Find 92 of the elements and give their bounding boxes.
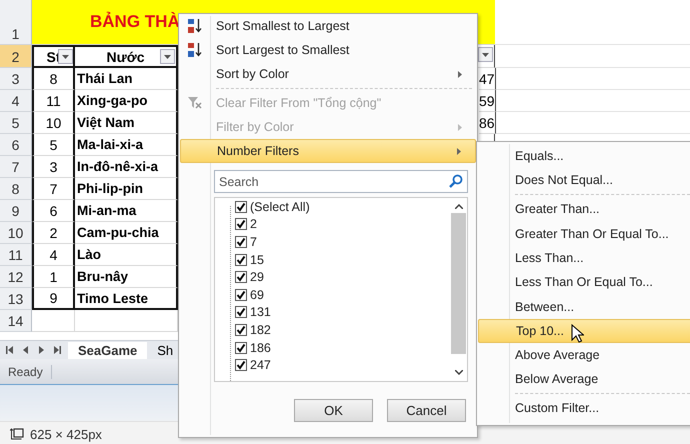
checkbox[interactable]	[235, 288, 247, 301]
search-icon	[449, 174, 463, 188]
row-number: 11	[0, 244, 32, 266]
ok-button[interactable]: OK	[294, 399, 373, 422]
checkbox[interactable]	[235, 236, 247, 248]
row-number: 9	[0, 200, 32, 222]
sheet-title: BẢNG THÀ	[90, 12, 180, 32]
scroll-down-icon[interactable]	[454, 370, 462, 375]
checkbox[interactable]	[235, 324, 247, 336]
cancel-button[interactable]: Cancel	[387, 399, 466, 422]
clear-filter-icon	[187, 95, 203, 111]
checkbox[interactable]	[235, 254, 247, 266]
menu-item[interactable]: Sort by Color	[180, 62, 476, 91]
checkbox-label[interactable]: 247	[250, 358, 271, 372]
scroll-up-icon[interactable]	[454, 204, 462, 209]
checkbox[interactable]	[235, 359, 247, 372]
row-number: 8	[0, 178, 32, 200]
row-number: 1	[0, 0, 32, 45]
menu-item[interactable]: Above Average	[478, 342, 690, 368]
row-number: 6	[0, 134, 32, 156]
menu-item[interactable]: Greater Than...	[478, 197, 690, 222]
next-sheet-icon[interactable]	[38, 346, 44, 354]
row-number: 13	[0, 288, 32, 310]
menu-item[interactable]: Less Than...	[478, 246, 690, 270]
row-number: 10	[0, 222, 32, 244]
checkbox[interactable]	[235, 342, 247, 354]
row-number: 7	[0, 156, 32, 178]
menu-item[interactable]: Below Average	[478, 367, 690, 396]
table-cell: 47	[479, 68, 496, 90]
submenu-arrow-icon	[457, 148, 461, 154]
sheet-tab[interactable]: SeaGame	[68, 342, 148, 358]
row-number: 3	[0, 68, 32, 90]
table-cell: 2	[32, 222, 75, 244]
checkbox-label[interactable]: 69	[250, 288, 264, 302]
image-size-icon	[10, 428, 24, 441]
row-number: 14	[0, 310, 32, 332]
checkbox-label[interactable]: 2	[250, 217, 257, 232]
menu-item[interactable]: Number Filters	[180, 139, 476, 163]
table-cell: 4	[32, 244, 75, 266]
menu-item[interactable]: Sort Smallest to Largest	[180, 14, 476, 38]
checkbox-label[interactable]: 186	[250, 340, 271, 355]
table-cell: 11	[32, 90, 75, 112]
checkbox-label[interactable]: (Select All)	[250, 200, 310, 214]
checkbox[interactable]	[235, 271, 247, 284]
table-cell: 5	[32, 134, 75, 156]
first-sheet-icon[interactable]	[6, 346, 14, 354]
table-cell: 59	[479, 90, 496, 112]
checkbox[interactable]	[235, 306, 247, 318]
dropdown-arrow-icon	[62, 54, 69, 58]
filter-dropdown-button[interactable]	[58, 49, 73, 64]
search-field[interactable]: Search	[214, 170, 468, 193]
row-number: 2	[0, 45, 32, 68]
menu-item[interactable]: Top 10...	[478, 318, 690, 343]
menu-item[interactable]: Between...	[478, 294, 690, 319]
row-number: 5	[0, 112, 32, 134]
last-sheet-icon[interactable]	[53, 346, 61, 354]
submenu-arrow-icon	[458, 124, 462, 130]
sort-descending-icon	[187, 42, 203, 58]
image-size-text: 625 × 425px	[30, 427, 102, 442]
table-cell: 6	[32, 200, 75, 222]
checkbox-label[interactable]: 15	[250, 252, 264, 267]
row-number: 4	[0, 90, 32, 112]
menu-item[interactable]: Equals...	[478, 144, 690, 168]
table-cell: 3	[32, 156, 75, 178]
menu-item[interactable]: Sort Largest to Smallest	[180, 38, 476, 62]
dropdown-arrow-icon	[164, 54, 171, 58]
filter-dropdown-button[interactable]	[160, 49, 175, 64]
table-cell: 10	[32, 112, 75, 134]
dropdown-arrow-icon	[482, 52, 489, 56]
previous-sheet-icon[interactable]	[23, 346, 29, 354]
column-header: Nước	[106, 48, 144, 64]
table-cell: 8	[32, 68, 75, 90]
menu-item[interactable]: Custom Filter...	[478, 396, 690, 420]
table-cell: 7	[32, 178, 75, 200]
checkbox-label[interactable]: 131	[250, 305, 271, 320]
checkbox[interactable]	[235, 218, 247, 230]
table-cell: 1	[32, 266, 75, 288]
menu-item[interactable]: Less Than Or Equal To...	[478, 270, 690, 294]
menu-item[interactable]: Does Not Equal...	[478, 168, 690, 198]
table-cell: 9	[32, 288, 75, 310]
status-text: Ready	[0, 364, 52, 378]
sort-ascending-icon	[187, 18, 203, 34]
row-number: 12	[0, 266, 32, 288]
checkbox-label[interactable]: 7	[250, 234, 257, 249]
mouse-pointer-icon	[571, 324, 584, 343]
filter-dropdown-button[interactable]	[478, 47, 493, 62]
checkbox[interactable]	[235, 200, 247, 213]
table-cell: 86	[479, 112, 496, 134]
checkbox-label[interactable]: 182	[250, 322, 271, 337]
menu-item[interactable]: Greater Than Or Equal To...	[478, 222, 690, 246]
checkbox-label[interactable]: 29	[250, 270, 264, 284]
submenu-arrow-icon	[458, 70, 462, 78]
